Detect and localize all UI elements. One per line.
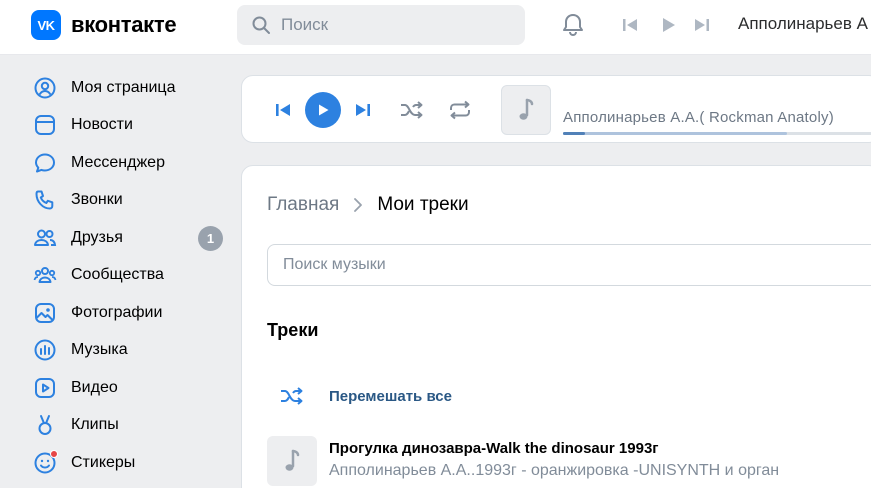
sidebar-item-stickers[interactable]: Стикеры	[26, 444, 226, 482]
sidebar-item-label: Сообщества	[71, 266, 164, 284]
sidebar-item-label: Друзья	[71, 228, 123, 246]
sidebar-item-label: Мессенджер	[71, 153, 165, 171]
sidebar-item-news[interactable]: Новости	[26, 107, 226, 145]
player-track-title[interactable]: Апполинарьев А.А.( Rockman Anatoly)	[563, 109, 834, 126]
shuffle-button[interactable]	[397, 76, 427, 144]
logo-text: вконтакте	[71, 12, 177, 37]
play-icon	[319, 104, 329, 116]
music-note-icon	[519, 98, 534, 120]
top-header: VK вконтакте Апполинарьев А	[0, 0, 871, 55]
track-info: Прогулка динозавра-Walk the dinosaur 199…	[329, 436, 779, 486]
search-icon	[252, 16, 270, 34]
friends-count-badge: 1	[198, 226, 223, 251]
groups-icon	[33, 263, 57, 287]
next-track-button[interactable]	[350, 76, 376, 144]
header-now-playing[interactable]: Апполинарьев А	[738, 14, 868, 34]
audio-player: Апполинарьев А.А.( Rockman Anatoly)	[241, 75, 871, 143]
shuffle-all-icon	[267, 386, 317, 406]
sidebar-item-messenger[interactable]: Мессенджер	[26, 144, 226, 182]
sidebar-item-label: Музыка	[71, 341, 128, 359]
prev-track-button[interactable]	[270, 76, 296, 144]
notifications-bell-icon[interactable]	[559, 11, 587, 39]
tracks-section-title: Треки	[267, 320, 319, 340]
prev-track-icon	[276, 104, 290, 116]
music-note-icon	[285, 449, 300, 471]
sidebar-item-label: Новости	[71, 116, 133, 134]
music-content-panel: Главная Мои треки Треки Перемешать все П…	[241, 165, 871, 488]
sidebar-item-music[interactable]: Музыка	[26, 332, 226, 370]
track-cover[interactable]	[267, 436, 317, 486]
header-next-icon[interactable]	[692, 15, 712, 35]
header-prev-icon[interactable]	[620, 15, 640, 35]
track-cover-placeholder	[501, 85, 551, 135]
user-circle-icon	[33, 76, 57, 100]
playback-progress-bar[interactable]	[563, 132, 871, 135]
shuffle-all-label: Перемешать все	[329, 387, 452, 405]
global-search[interactable]	[237, 5, 525, 45]
sidebar-item-communities[interactable]: Сообщества	[26, 257, 226, 295]
sidebar-item-my-page[interactable]: Моя страница	[26, 69, 226, 107]
track-artist[interactable]: Апполинарьев А.А..1993г - оранжировка -U…	[329, 462, 779, 480]
sidebar-item-friends[interactable]: Друзья 1	[26, 219, 226, 257]
track-row[interactable]: Прогулка динозавра-Walk the dinosaur 199…	[267, 436, 871, 486]
next-track-icon	[356, 104, 370, 116]
sidebar-item-label: Стикеры	[71, 453, 136, 471]
breadcrumb-home-link[interactable]: Главная	[267, 194, 339, 216]
new-indicator-dot	[50, 449, 58, 458]
buffered-progress	[563, 132, 787, 135]
sidebar-item-calls[interactable]: Звонки	[26, 182, 226, 220]
newsfeed-icon	[33, 113, 57, 137]
sidebar-item-label: Видео	[71, 378, 118, 396]
global-search-input[interactable]	[281, 15, 501, 35]
header-play-icon[interactable]	[658, 15, 678, 35]
music-search-box[interactable]	[267, 244, 871, 286]
sidebar-item-label: Фотографии	[71, 303, 163, 321]
breadcrumb: Главная Мои треки	[267, 194, 469, 216]
vk-logo[interactable]: VK вконтакте	[31, 10, 177, 40]
sticker-icon	[33, 449, 58, 475]
sidebar-item-clips[interactable]: Клипы	[26, 407, 226, 445]
shuffle-icon	[401, 101, 423, 119]
breadcrumb-current: Мои треки	[377, 194, 469, 215]
clips-icon	[33, 413, 57, 437]
sidebar-item-label: Звонки	[71, 191, 123, 209]
sidebar-item-photos[interactable]: Фотографии	[26, 294, 226, 332]
users-icon	[33, 226, 57, 250]
music-icon	[33, 338, 57, 362]
play-button[interactable]	[305, 76, 341, 144]
track-title: Прогулка динозавра-Walk the dinosaur 199…	[329, 440, 659, 457]
music-search-input[interactable]	[283, 256, 683, 274]
shuffle-all-button[interactable]: Перемешать все	[267, 376, 452, 416]
play-circle	[305, 92, 341, 128]
phone-icon	[33, 188, 57, 212]
message-icon	[33, 151, 57, 175]
video-icon	[33, 376, 57, 400]
vk-logo-icon: VK	[31, 10, 61, 40]
repeat-icon	[450, 100, 470, 120]
sidebar-item-video[interactable]: Видео	[26, 369, 226, 407]
photo-icon	[33, 301, 57, 325]
sidebar-item-label: Клипы	[71, 416, 119, 434]
left-sidebar: Моя страница Новости Мессенджер Звонки Д…	[26, 69, 226, 482]
sidebar-item-label: Моя страница	[71, 78, 176, 96]
chevron-right-icon	[354, 198, 363, 212]
played-progress	[563, 132, 586, 135]
repeat-button[interactable]	[445, 76, 475, 144]
